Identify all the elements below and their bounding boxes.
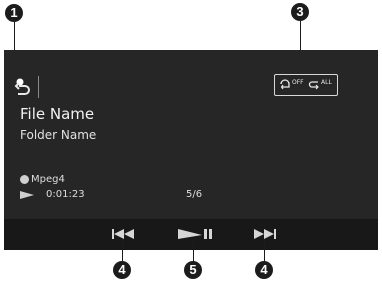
elapsed-time: 0:01:23 <box>46 189 85 200</box>
callout-play: 5 <box>184 261 202 279</box>
callout-next: 4 <box>255 261 273 279</box>
skip-next-icon <box>254 229 276 239</box>
play-status-icon <box>20 191 34 199</box>
leader-line <box>264 239 265 261</box>
player-screen: OFF ALL File Name Folder Name Mpeg4 0:01… <box>4 50 378 250</box>
repeat-toggle[interactable]: OFF <box>279 78 307 92</box>
shuffle-toggle[interactable]: ALL <box>308 78 336 92</box>
shuffle-icon <box>308 81 319 90</box>
repeat-label: OFF <box>292 79 304 86</box>
repeat-icon <box>280 79 290 90</box>
prev-button[interactable] <box>110 223 136 245</box>
leader-line <box>193 239 194 261</box>
leader-line <box>122 239 123 261</box>
transport-controls <box>4 219 378 250</box>
codec-label: Mpeg4 <box>31 174 65 185</box>
folder-name: Folder Name <box>20 128 97 142</box>
play-pause-icon <box>178 229 212 239</box>
track-counter: 5/6 <box>186 189 203 200</box>
play-mode-panel[interactable]: OFF ALL <box>274 74 338 96</box>
back-button[interactable] <box>12 74 34 98</box>
divider <box>38 76 39 98</box>
next-button[interactable] <box>252 223 278 245</box>
callout-back: 1 <box>5 4 23 22</box>
disc-icon <box>20 175 29 184</box>
skip-previous-icon <box>112 229 134 239</box>
callout-prev: 4 <box>113 261 131 279</box>
callout-mode: 3 <box>291 3 309 21</box>
file-name: File Name <box>20 105 95 123</box>
shuffle-label: ALL <box>321 79 332 86</box>
back-arrow-icon <box>14 78 30 95</box>
time-row: 0:01:23 5/6 <box>20 189 320 201</box>
play-pause-button[interactable] <box>176 223 218 245</box>
